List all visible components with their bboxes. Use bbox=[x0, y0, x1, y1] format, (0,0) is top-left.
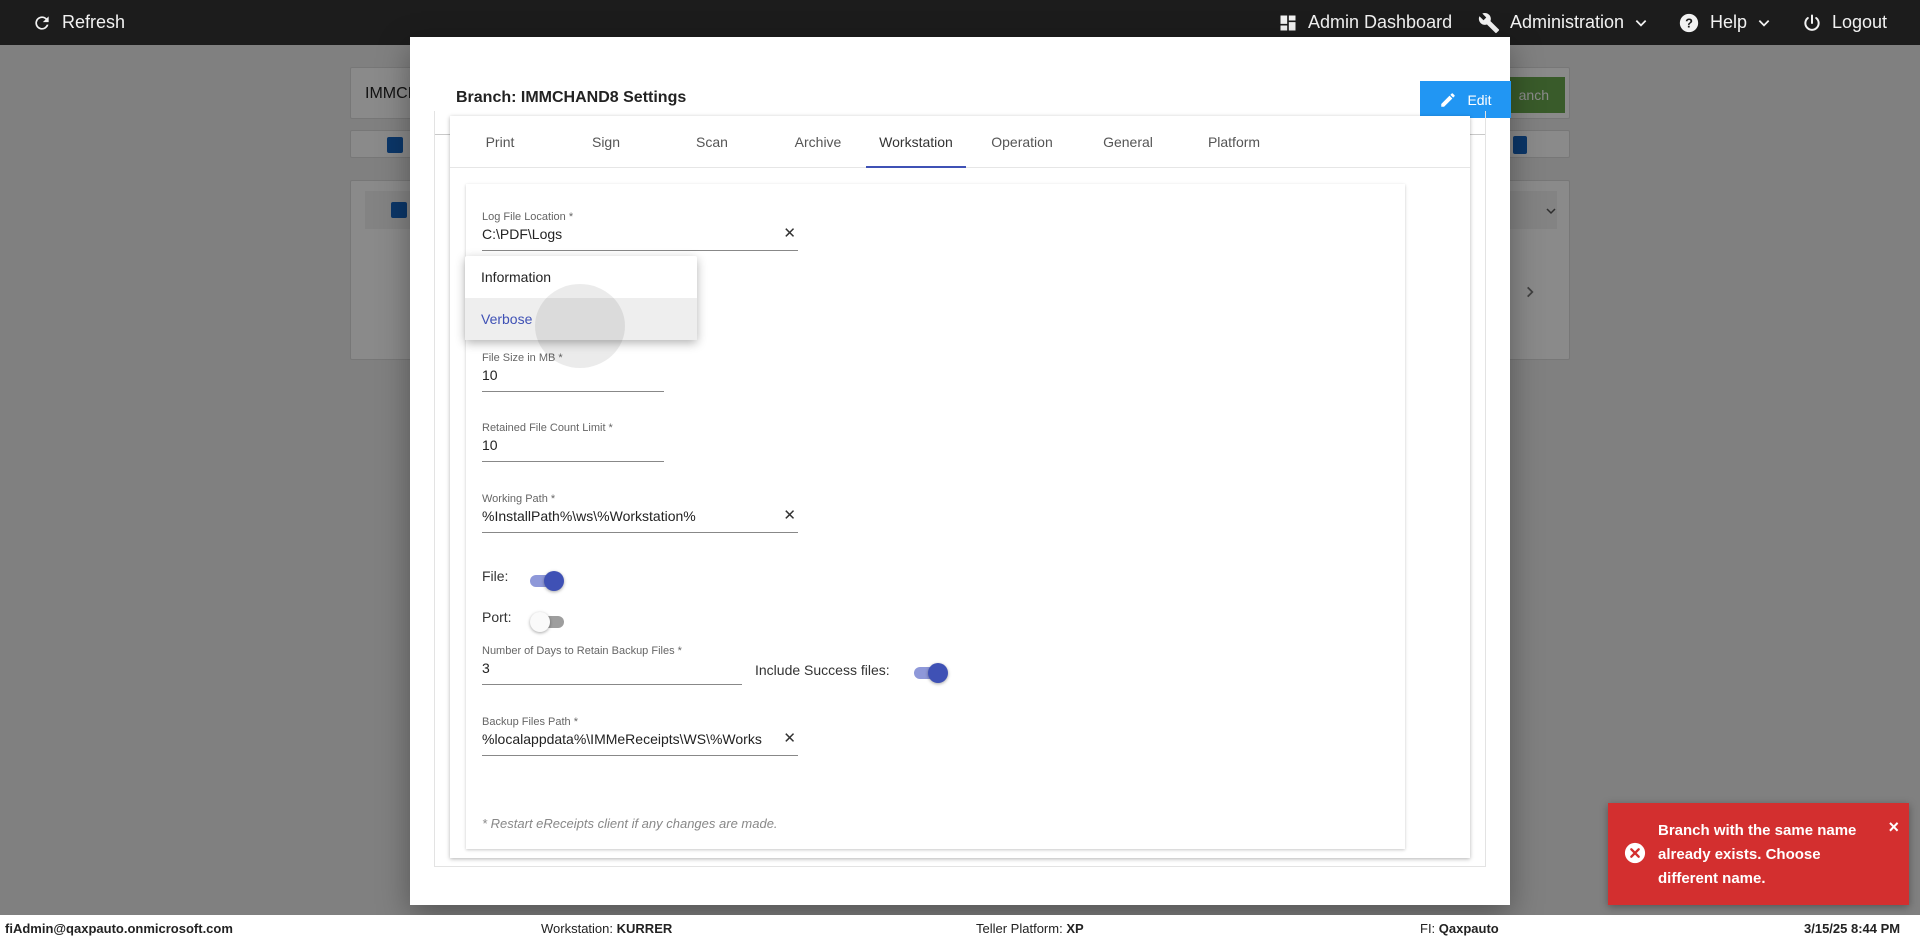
active-tab-indicator bbox=[866, 166, 966, 168]
days-retain-label: Number of Days to Retain Backup Files * bbox=[482, 645, 682, 657]
footer-fi-label: FI: bbox=[1420, 920, 1436, 936]
footer-datetime: 3/15/25 8:44 PM bbox=[1804, 920, 1901, 936]
logout-label: Logout bbox=[1832, 12, 1888, 32]
admin-dashboard-label: Admin Dashboard bbox=[1308, 12, 1453, 32]
file-toggle-label: File: bbox=[482, 568, 509, 584]
footer-teller-label: Teller Platform: bbox=[976, 920, 1063, 936]
settings-card: Print Sign Scan Archive Workstation Oper… bbox=[450, 116, 1470, 858]
pencil-icon bbox=[1441, 92, 1456, 107]
administration-label: Administration bbox=[1510, 12, 1625, 32]
backup-path-input[interactable]: %localappdata%\IMMeReceipts\WS\%Works bbox=[482, 731, 766, 747]
clear-icon[interactable]: ✕ bbox=[783, 729, 796, 747]
svg-text:?: ? bbox=[1685, 15, 1693, 30]
footer-user: fiAdmin@qaxpauto.onmicrosoft.com bbox=[5, 920, 233, 936]
chevron-down-icon bbox=[1635, 19, 1647, 27]
dashboard-icon bbox=[1280, 15, 1296, 30]
retained-count-input[interactable]: 10 bbox=[482, 437, 498, 453]
days-retain-input[interactable]: 3 bbox=[482, 660, 490, 676]
refresh-icon bbox=[35, 15, 49, 30]
settings-tabs: Print Sign Scan Archive Workstation Oper… bbox=[450, 116, 1470, 168]
help-label: Help bbox=[1710, 12, 1748, 32]
clear-icon[interactable]: ✕ bbox=[783, 506, 796, 524]
tab-archive[interactable]: Archive bbox=[768, 116, 868, 168]
backup-path-label: Backup Files Path * bbox=[482, 716, 578, 728]
edit-label: Edit bbox=[1467, 91, 1492, 108]
working-path-field[interactable]: Working Path * %InstallPath%\ws\%Worksta… bbox=[482, 493, 798, 533]
file-size-input[interactable]: 10 bbox=[482, 367, 498, 383]
port-toggle-label: Port: bbox=[482, 609, 512, 625]
working-path-label: Working Path * bbox=[482, 493, 556, 505]
backup-path-field[interactable]: Backup Files Path * %localappdata%\IMMeR… bbox=[482, 716, 798, 756]
tab-general[interactable]: General bbox=[1078, 116, 1178, 168]
port-toggle-switch[interactable] bbox=[530, 611, 566, 633]
logout-button[interactable]: Logout bbox=[1802, 0, 1887, 45]
tab-operation[interactable]: Operation bbox=[972, 116, 1072, 168]
toast-message: Branch with the same name already exists… bbox=[1658, 822, 1857, 887]
ripple-effect bbox=[535, 284, 625, 368]
footer-teller-value: XP bbox=[1066, 920, 1084, 936]
close-icon[interactable]: × bbox=[1888, 817, 1899, 838]
tab-print[interactable]: Print bbox=[450, 116, 550, 168]
modal-title: Branch: IMMCHAND8 Settings bbox=[456, 89, 687, 106]
footer-teller-platform: Teller Platform: XP bbox=[976, 915, 1084, 941]
error-toast: Branch with the same name already exists… bbox=[1608, 803, 1909, 905]
include-success-switch[interactable] bbox=[912, 662, 948, 684]
footer-fi-value: Qaxpauto bbox=[1438, 920, 1499, 936]
restart-note: * Restart eReceipts client if any change… bbox=[482, 816, 778, 831]
include-success-row: Include Success files: bbox=[755, 662, 890, 678]
log-file-location-input[interactable]: C:\PDF\Logs bbox=[482, 226, 562, 242]
refresh-label: Refresh bbox=[62, 12, 126, 32]
tab-workstation[interactable]: Workstation bbox=[866, 116, 966, 168]
footer-workstation-value: KURRER bbox=[616, 920, 673, 936]
working-path-input[interactable]: %InstallPath%\ws\%Workstation% bbox=[482, 508, 696, 524]
tab-sign[interactable]: Sign bbox=[556, 116, 656, 168]
wrench-icon bbox=[1478, 12, 1500, 33]
file-toggle-switch[interactable] bbox=[528, 570, 564, 592]
clear-icon[interactable]: ✕ bbox=[783, 224, 796, 242]
status-footer: fiAdmin@qaxpauto.onmicrosoft.com Worksta… bbox=[0, 915, 1920, 941]
refresh-button[interactable]: Refresh bbox=[32, 0, 125, 45]
port-toggle-row: Port: bbox=[482, 609, 512, 625]
days-retain-field[interactable]: Number of Days to Retain Backup Files * … bbox=[482, 645, 742, 685]
footer-workstation: Workstation: KURRER bbox=[541, 915, 672, 941]
branch-settings-modal: Branch: IMMCHAND8 Settings Edit Print Si… bbox=[410, 37, 1511, 905]
tab-scan[interactable]: Scan bbox=[662, 116, 762, 168]
retained-count-field[interactable]: Retained File Count Limit * 10 bbox=[482, 422, 664, 462]
help-icon: ? bbox=[1679, 13, 1699, 32]
chevron-down-icon bbox=[1758, 19, 1770, 27]
footer-workstation-label: Workstation: bbox=[541, 920, 614, 936]
log-file-location-label: Log File Location * bbox=[482, 211, 574, 223]
retained-count-label: Retained File Count Limit * bbox=[482, 422, 613, 434]
file-toggle-row: File: bbox=[482, 568, 508, 584]
footer-fi: FI: Qaxpauto bbox=[1420, 915, 1499, 941]
menu-item-verbose-label: Verbose bbox=[481, 311, 533, 327]
tab-platform[interactable]: Platform bbox=[1184, 116, 1284, 168]
include-success-label: Include Success files: bbox=[755, 662, 890, 678]
log-file-location-field[interactable]: Log File Location * C:\PDF\Logs ✕ bbox=[482, 211, 798, 251]
help-menu[interactable]: ? Help bbox=[1678, 0, 1771, 45]
power-icon bbox=[1804, 14, 1820, 31]
error-icon bbox=[1624, 842, 1646, 864]
